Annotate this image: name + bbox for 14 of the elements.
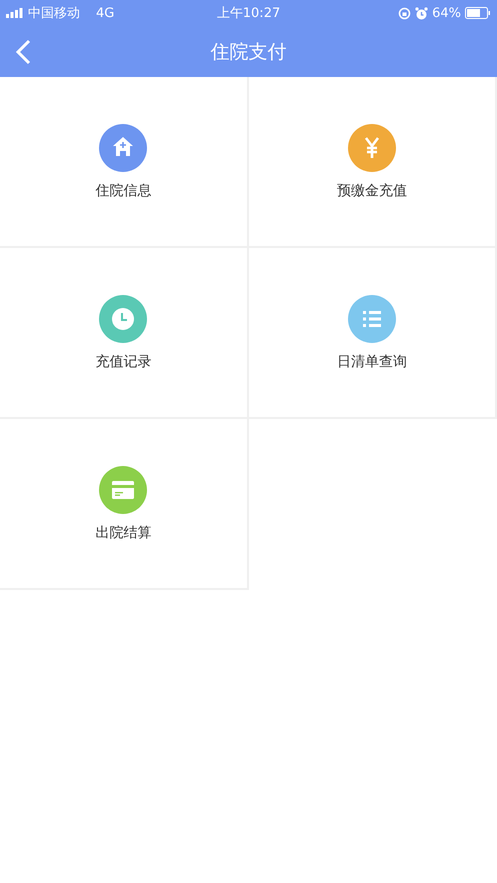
page-title: 住院支付	[210, 40, 286, 64]
menu-tile[interactable]: 日清单查询	[248, 248, 497, 419]
signal-icon	[6, 8, 24, 18]
rotation-lock-icon	[398, 6, 412, 20]
battery-icon	[465, 7, 492, 19]
carrier-name: 中国移动	[28, 5, 80, 22]
menu-tile[interactable]: 预缴金充值	[248, 77, 497, 248]
battery-percent: 64%	[432, 6, 462, 20]
menu-tile[interactable]: 住院信息	[0, 77, 248, 248]
status-time: 上午10:27	[216, 6, 280, 21]
menu-tile[interactable]: 充值记录	[0, 248, 248, 419]
network-type: 4G	[96, 6, 114, 20]
alarm-icon	[415, 6, 428, 20]
menu-tile[interactable]: 出院结算	[0, 419, 248, 590]
